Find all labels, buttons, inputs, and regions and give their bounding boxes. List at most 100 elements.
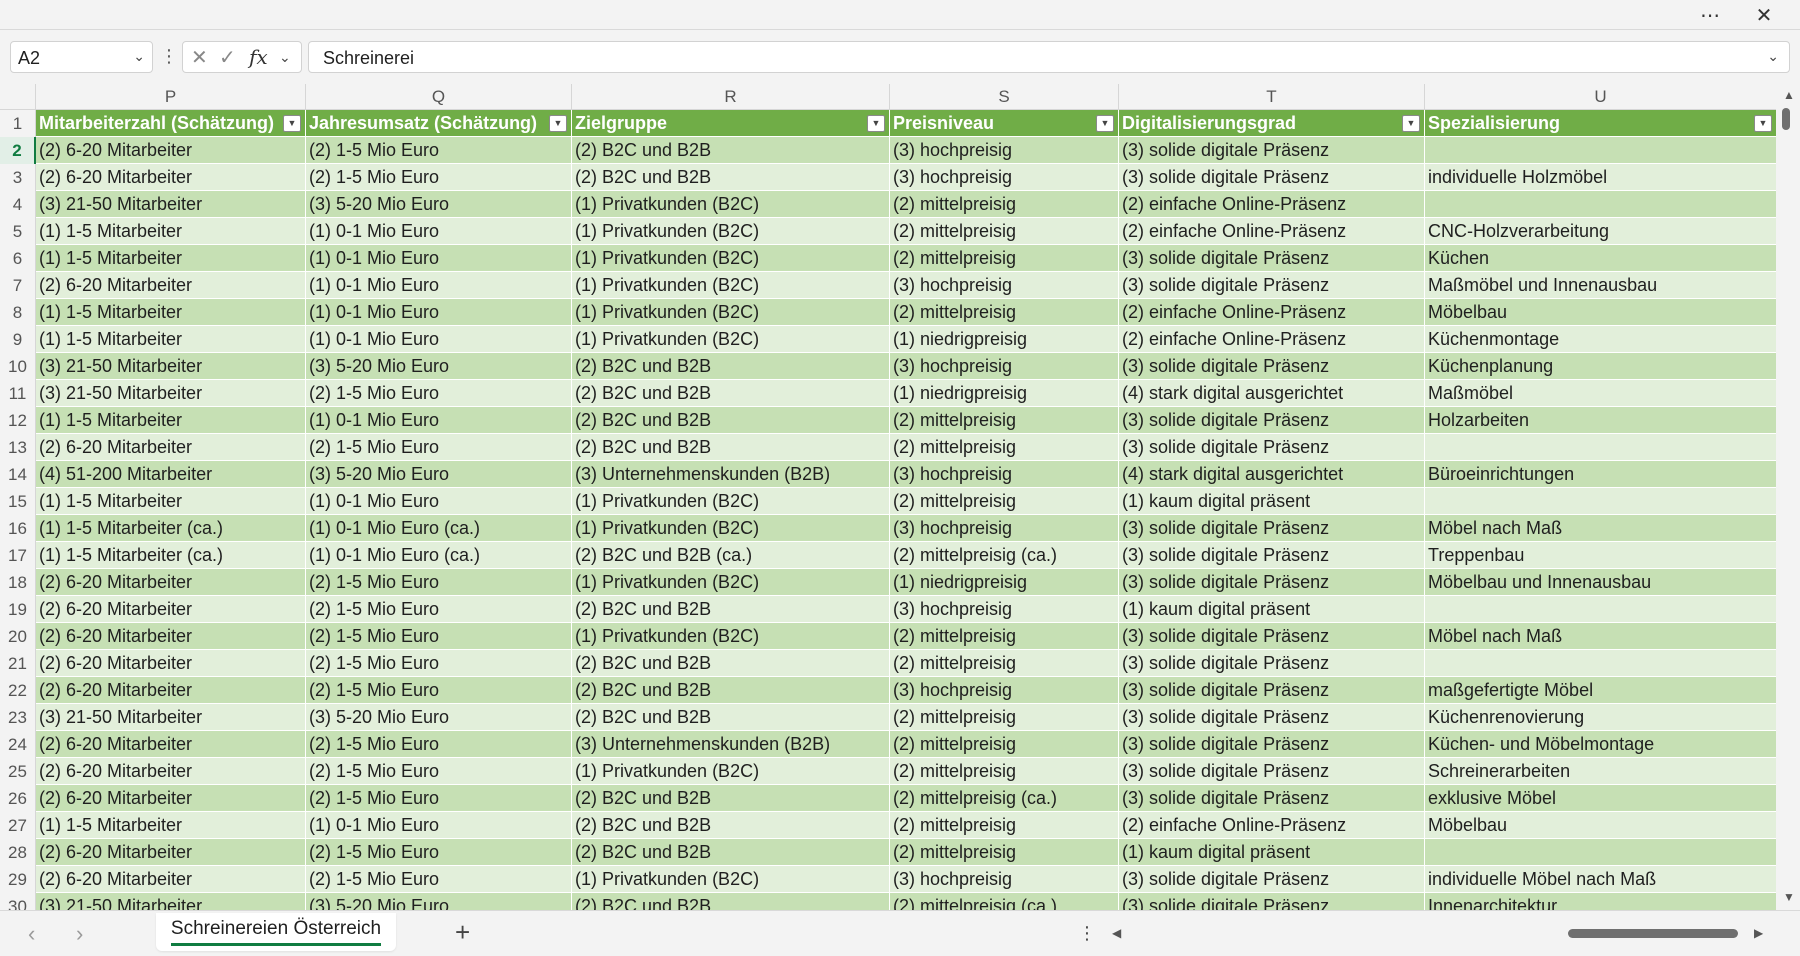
table-cell[interactable]: (3) 21-50 Mitarbeiter: [36, 704, 306, 731]
table-cell[interactable]: (2) B2C und B2B: [572, 407, 890, 434]
table-cell[interactable]: (4) stark digital ausgerichtet: [1119, 380, 1425, 407]
table-cell[interactable]: (2) mittelpreisig: [890, 731, 1119, 758]
table-cell[interactable]: (2) einfache Online-Präsenz: [1119, 326, 1425, 353]
table-cell[interactable]: (2) 1-5 Mio Euro: [306, 623, 572, 650]
table-header-cell[interactable]: Preisniveau ▼: [890, 110, 1119, 137]
row-header[interactable]: 1: [0, 110, 36, 137]
table-cell[interactable]: (3) 21-50 Mitarbeiter: [36, 353, 306, 380]
table-cell[interactable]: (2) mittelpreisig: [890, 812, 1119, 839]
table-cell[interactable]: (2) 6-20 Mitarbeiter: [36, 839, 306, 866]
table-cell[interactable]: (1) Privatkunden (B2C): [572, 758, 890, 785]
previous-sheet-icon[interactable]: ‹: [28, 921, 35, 947]
table-cell[interactable]: (3) solide digitale Präsenz: [1119, 272, 1425, 299]
table-cell[interactable]: (2) mittelpreisig: [890, 434, 1119, 461]
table-cell[interactable]: (2) mittelpreisig (ca.): [890, 893, 1119, 910]
table-cell[interactable]: (2) B2C und B2B: [572, 677, 890, 704]
table-cell[interactable]: [1425, 191, 1776, 218]
table-cell[interactable]: (3) Unternehmenskunden (B2B): [572, 731, 890, 758]
table-cell[interactable]: (3) solide digitale Präsenz: [1119, 542, 1425, 569]
table-cell[interactable]: (3) hochpreisig: [890, 677, 1119, 704]
add-sheet-icon[interactable]: +: [455, 917, 470, 948]
chevron-down-icon[interactable]: ⌄: [133, 48, 145, 65]
table-header-cell[interactable]: Zielgruppe ▼: [572, 110, 890, 137]
table-cell[interactable]: (1) niedrigpreisig: [890, 380, 1119, 407]
next-sheet-icon[interactable]: ›: [76, 921, 83, 947]
table-cell[interactable]: (3) solide digitale Präsenz: [1119, 245, 1425, 272]
table-cell[interactable]: (3) hochpreisig: [890, 272, 1119, 299]
table-cell[interactable]: (1) Privatkunden (B2C): [572, 326, 890, 353]
row-header[interactable]: 13: [0, 434, 36, 461]
table-cell[interactable]: Holzarbeiten: [1425, 407, 1776, 434]
table-cell[interactable]: (3) 5-20 Mio Euro: [306, 191, 572, 218]
table-cell[interactable]: (2) B2C und B2B: [572, 380, 890, 407]
table-cell[interactable]: (1) Privatkunden (B2C): [572, 515, 890, 542]
table-cell[interactable]: (1) 1-5 Mitarbeiter: [36, 299, 306, 326]
row-header[interactable]: 23: [0, 704, 36, 731]
table-cell[interactable]: (2) 1-5 Mio Euro: [306, 596, 572, 623]
table-cell[interactable]: (3) 21-50 Mitarbeiter: [36, 380, 306, 407]
row-header[interactable]: 15: [0, 488, 36, 515]
filter-dropdown-icon[interactable]: ▼: [283, 115, 301, 132]
table-cell[interactable]: (2) 1-5 Mio Euro: [306, 677, 572, 704]
filter-dropdown-icon[interactable]: ▼: [1754, 115, 1772, 132]
table-cell[interactable]: (2) 1-5 Mio Euro: [306, 839, 572, 866]
horizontal-scroll-thumb[interactable]: [1568, 929, 1738, 938]
row-header[interactable]: 29: [0, 866, 36, 893]
table-cell[interactable]: (4) 51-200 Mitarbeiter: [36, 461, 306, 488]
chevron-down-icon[interactable]: ⌄: [1767, 48, 1779, 65]
table-cell[interactable]: (3) solide digitale Präsenz: [1119, 785, 1425, 812]
table-cell[interactable]: Küchenmontage: [1425, 326, 1776, 353]
table-cell[interactable]: (3) Unternehmenskunden (B2B): [572, 461, 890, 488]
table-cell[interactable]: (2) 6-20 Mitarbeiter: [36, 677, 306, 704]
table-cell[interactable]: Küchenplanung: [1425, 353, 1776, 380]
table-cell[interactable]: [1425, 488, 1776, 515]
table-cell[interactable]: (3) solide digitale Präsenz: [1119, 569, 1425, 596]
table-cell[interactable]: (3) hochpreisig: [890, 461, 1119, 488]
table-cell[interactable]: (2) einfache Online-Präsenz: [1119, 218, 1425, 245]
table-cell[interactable]: (2) 6-20 Mitarbeiter: [36, 866, 306, 893]
table-cell[interactable]: Innenarchitektur: [1425, 893, 1776, 910]
table-cell[interactable]: (2) B2C und B2B: [572, 704, 890, 731]
table-header-cell[interactable]: Mitarbeiterzahl (Schätzung) ▼: [36, 110, 306, 137]
table-cell[interactable]: (3) 5-20 Mio Euro: [306, 893, 572, 910]
filter-dropdown-icon[interactable]: ▼: [1402, 115, 1420, 132]
table-cell[interactable]: (2) B2C und B2B: [572, 785, 890, 812]
table-cell[interactable]: (2) B2C und B2B: [572, 812, 890, 839]
table-cell[interactable]: (2) einfache Online-Präsenz: [1119, 299, 1425, 326]
table-cell[interactable]: (2) mittelpreisig: [890, 758, 1119, 785]
table-cell[interactable]: (3) 5-20 Mio Euro: [306, 461, 572, 488]
table-cell[interactable]: Treppenbau: [1425, 542, 1776, 569]
filter-dropdown-icon[interactable]: ▼: [1096, 115, 1114, 132]
sheet-tab-active[interactable]: Schreinereien Österreich: [156, 913, 396, 951]
row-header[interactable]: 25: [0, 758, 36, 785]
close-button[interactable]: ✕: [1747, 3, 1781, 27]
table-cell[interactable]: (2) mittelpreisig: [890, 488, 1119, 515]
row-header[interactable]: 11: [0, 380, 36, 407]
row-header[interactable]: 26: [0, 785, 36, 812]
table-cell[interactable]: (3) hochpreisig: [890, 137, 1119, 164]
row-header[interactable]: 4: [0, 191, 36, 218]
table-cell[interactable]: (4) stark digital ausgerichtet: [1119, 461, 1425, 488]
table-cell[interactable]: Möbel nach Maß: [1425, 623, 1776, 650]
table-cell[interactable]: (2) B2C und B2B: [572, 893, 890, 910]
row-header[interactable]: 8: [0, 299, 36, 326]
vertical-scroll-thumb[interactable]: [1782, 108, 1790, 130]
table-cell[interactable]: (1) Privatkunden (B2C): [572, 488, 890, 515]
table-cell[interactable]: (2) 1-5 Mio Euro: [306, 380, 572, 407]
table-header-cell[interactable]: Spezialisierung ▼: [1425, 110, 1776, 137]
table-cell[interactable]: (1) 0-1 Mio Euro: [306, 272, 572, 299]
table-cell[interactable]: (1) 0-1 Mio Euro: [306, 812, 572, 839]
row-header[interactable]: 7: [0, 272, 36, 299]
table-cell[interactable]: Maßmöbel: [1425, 380, 1776, 407]
table-cell[interactable]: (2) B2C und B2B: [572, 434, 890, 461]
row-header[interactable]: 28: [0, 839, 36, 866]
table-cell[interactable]: (2) 1-5 Mio Euro: [306, 569, 572, 596]
table-cell[interactable]: (1) 1-5 Mitarbeiter: [36, 326, 306, 353]
table-cell[interactable]: (3) hochpreisig: [890, 596, 1119, 623]
row-header[interactable]: 14: [0, 461, 36, 488]
table-cell[interactable]: (2) mittelpreisig: [890, 839, 1119, 866]
table-cell[interactable]: (3) solide digitale Präsenz: [1119, 650, 1425, 677]
filter-dropdown-icon[interactable]: ▼: [549, 115, 567, 132]
table-cell[interactable]: (1) 1-5 Mitarbeiter (ca.): [36, 542, 306, 569]
table-cell[interactable]: (3) 21-50 Mitarbeiter: [36, 191, 306, 218]
